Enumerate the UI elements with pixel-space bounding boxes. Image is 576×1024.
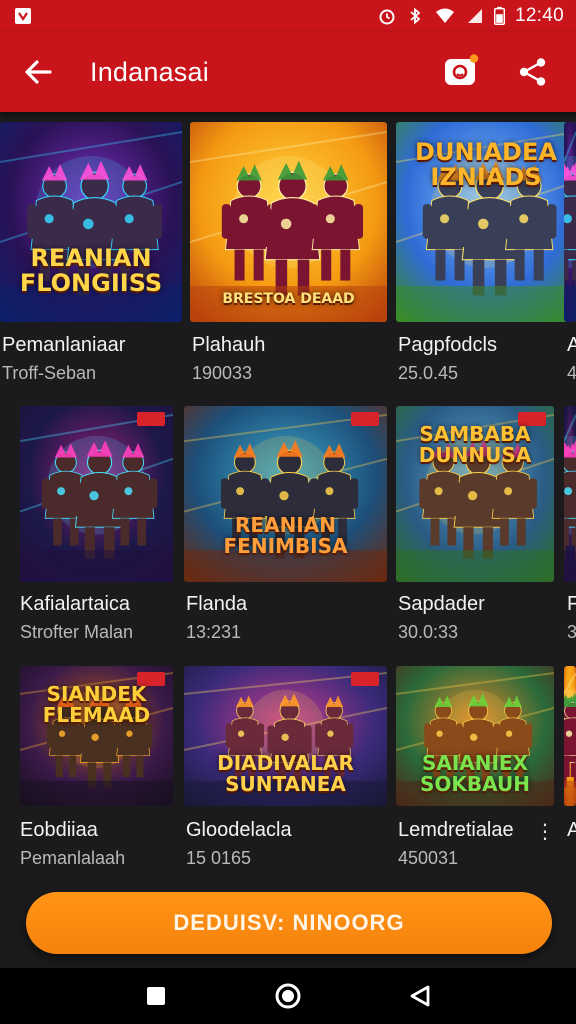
game-logo-text: SIANDEK FLEMAAD [42, 682, 151, 727]
status-bar: 12:40 [0, 0, 576, 32]
game-card[interactable]: Kafialartaica Strofter Malan [20, 406, 173, 646]
game-subtitle: Troff-Seban [2, 363, 97, 383]
clock: 12:40 [514, 5, 564, 26]
share-icon [519, 58, 546, 86]
share-button[interactable] [508, 47, 558, 97]
game-thumbnail[interactable] [564, 666, 576, 806]
recents-button[interactable] [126, 972, 186, 1020]
game-logo-text: SAIANIEX SOKBAUH [420, 750, 530, 796]
game-artwork [564, 666, 576, 806]
game-thumbnail[interactable]: SAMBABA DUNNUSA [396, 406, 554, 582]
game-thumbnail[interactable] [20, 406, 173, 582]
game-artwork [564, 122, 576, 322]
game-card-partial[interactable]: A 4 [564, 122, 576, 387]
game-card[interactable]: SAIANIEX SOKBAUH Lemdretialae 450031 [396, 666, 554, 872]
primary-action-button[interactable]: DEDUISV: NINOORG [26, 892, 552, 954]
game-card[interactable]: SAMBABA DUNNUSA Sapdader 30.0:33 [396, 406, 554, 646]
game-logo-text: Brestoa Deaad [222, 291, 355, 307]
game-title: Plahauh [192, 334, 266, 356]
game-grid: REANIAN FLONGIISS Pemanlaniaar Troff-Seba… [0, 112, 576, 908]
game-card[interactable]: Brestoa Deaad Plahauh 190033 [190, 122, 387, 387]
notification-icon [15, 8, 31, 24]
game-card[interactable]: SIANDEK FLEMAAD Eobdiiaa Pemanlalaah [20, 666, 173, 872]
game-subtitle: 190033 [192, 363, 253, 383]
page-title: Indanasai [90, 56, 209, 87]
game-title: Pemanlaniaar [2, 334, 126, 356]
game-title: F [567, 593, 576, 615]
game-card[interactable]: REANIAN FENIMBISA Flanda 13:231 [184, 406, 387, 646]
game-subtitle: Strofter Malan [20, 622, 134, 642]
game-title: A [567, 819, 576, 841]
game-title: A [567, 334, 576, 356]
game-subtitle: 25.0.45 [398, 363, 459, 383]
game-thumbnail[interactable]: SIANDEK FLEMAAD [20, 666, 173, 806]
system-nav-bar [0, 968, 576, 1024]
game-card[interactable]: DIADIVALAR SUNTANEA Gloodelacla 15 0165 [184, 666, 387, 872]
game-logo-text: SAMBABA DUNNUSA [418, 422, 532, 467]
game-thumbnail[interactable]: REANIAN FENIMBISA [184, 406, 387, 582]
back-button[interactable] [12, 46, 64, 98]
game-logo-text: DIADIVALAR SUNTANEA [217, 750, 354, 796]
game-subtitle: 450031 [398, 848, 459, 868]
game-title: Eobdiiaa [20, 819, 98, 841]
app-bar: Indanasai [0, 32, 576, 112]
game-artwork [564, 406, 576, 582]
game-card[interactable]: REANIAN FLONGIISS Pemanlaniaar Troff-Seba… [0, 122, 182, 387]
chat-button[interactable] [436, 47, 486, 97]
home-button[interactable] [258, 972, 318, 1020]
game-card-partial[interactable]: F 3 [564, 406, 576, 646]
game-subtitle: 3 [567, 622, 576, 642]
game-logo-text: REANIAN FENIMBISA [223, 513, 348, 559]
wifi-icon [435, 8, 454, 23]
game-subtitle: 13:231 [186, 622, 242, 642]
game-title: Flanda [186, 593, 248, 615]
game-subtitle: 4 [567, 363, 576, 383]
game-title: Sapdader [398, 593, 485, 615]
rating-badge [351, 412, 379, 426]
game-thumbnail[interactable] [564, 406, 576, 582]
game-thumbnail[interactable] [564, 122, 576, 322]
game-logo-text: DUNIADEA IZNIADS [415, 138, 557, 192]
game-thumbnail[interactable]: DIADIVALAR SUNTANEA [184, 666, 387, 806]
back-nav-button[interactable] [390, 972, 450, 1020]
more-options-button[interactable]: ⋮ [535, 819, 555, 844]
square-icon [147, 987, 165, 1005]
game-title: Kafialartaica [20, 593, 131, 615]
battery-icon [493, 6, 505, 25]
rating-badge [137, 412, 165, 426]
game-card[interactable]: DUNIADEA IZNIADS Pagpfodcls 25.0.45 [396, 122, 576, 387]
chat-icon [445, 54, 479, 85]
signal-icon [467, 9, 482, 23]
game-subtitle: Pemanlalaah [20, 848, 126, 868]
game-title: Lemdretialae [398, 819, 514, 841]
alarm-icon [379, 9, 395, 25]
game-card-partial[interactable]: A [564, 666, 576, 872]
bluetooth-icon [410, 7, 421, 25]
game-subtitle: 15 0165 [186, 848, 252, 868]
game-thumbnail[interactable]: Brestoa Deaad [190, 122, 387, 322]
rating-badge [351, 672, 379, 686]
game-title: Gloodelacla [186, 819, 292, 841]
game-thumbnail[interactable]: DUNIADEA IZNIADS [396, 122, 576, 322]
game-title: Pagpfodcls [398, 334, 497, 356]
game-artwork [20, 406, 173, 582]
game-logo-text: REANIAN FLONGIISS [19, 244, 163, 298]
game-thumbnail[interactable]: REANIAN FLONGIISS [0, 122, 182, 322]
game-subtitle: 30.0:33 [398, 622, 459, 642]
arrow-left-icon [25, 60, 52, 84]
triangle-back-icon [410, 985, 430, 1007]
game-thumbnail[interactable]: SAIANIEX SOKBAUH [396, 666, 554, 806]
circle-icon [275, 983, 301, 1009]
